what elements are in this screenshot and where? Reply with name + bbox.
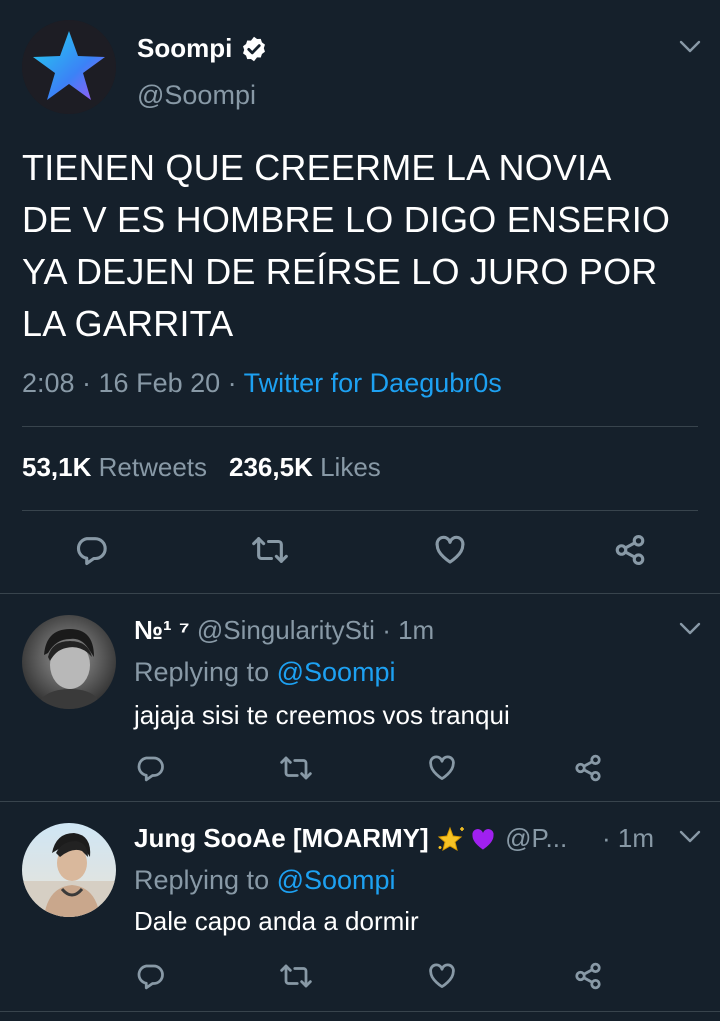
reply-timestamp: · 1m [602, 823, 654, 853]
retweets-label: Retweets [98, 452, 208, 482]
tweet-text: TIENEN QUE CREERME LA NOVIA DE V ES HOMB… [22, 142, 712, 350]
tweet-source-link[interactable]: Twitter for Daegubr0s [244, 368, 502, 398]
reply-header: Jung SooAe [MOARMY] @P... [134, 823, 567, 854]
author-handle[interactable]: @Soompi [137, 80, 256, 111]
share-button[interactable] [610, 530, 650, 570]
replying-to-link[interactable]: @Soompi [277, 865, 396, 895]
divider [22, 426, 698, 427]
like-button[interactable] [422, 748, 462, 788]
retweet-button[interactable] [276, 956, 316, 996]
reply-actions [0, 748, 720, 788]
avatar[interactable] [22, 615, 116, 709]
verified-icon [243, 36, 266, 61]
share-icon [575, 754, 601, 782]
replying-to-link[interactable]: @Soompi [277, 657, 396, 687]
reply-timestamp: · 1m [382, 615, 435, 645]
replying-prefix: Replying to [134, 865, 277, 895]
tweet-meta: 2:08 · 16 Feb 20 · Twitter for Daegubr0s [22, 368, 502, 399]
reply-icon [137, 964, 164, 990]
replying-to: Replying to @Soompi [134, 657, 396, 688]
retweet-icon [280, 964, 312, 988]
retweet-button[interactable] [276, 748, 316, 788]
soompi-star-logo [22, 20, 116, 114]
replying-to: Replying to @Soompi [134, 865, 396, 896]
avatar-image [22, 823, 116, 917]
share-button[interactable] [568, 956, 608, 996]
tweet-timestamp: 2:08 · 16 Feb 20 · [22, 368, 244, 398]
likes-label: Likes [320, 452, 381, 482]
glowing-star-icon [437, 826, 464, 851]
chevron-down-icon[interactable] [679, 622, 701, 636]
reply-actions [0, 956, 720, 996]
reply-icon [137, 756, 164, 782]
divider [22, 510, 698, 511]
reply-display-name[interactable]: Jung SooAe [MOARMY] [134, 823, 429, 854]
retweets-count: 53,1K [22, 452, 92, 482]
likes-stat[interactable]: 236,5K Likes [229, 452, 381, 482]
chevron-down-icon[interactable] [679, 830, 701, 844]
share-icon [575, 962, 601, 990]
reply-tweet[interactable]: №¹ ⁷ @SingularitySti · 1m Replying to @S… [0, 593, 720, 801]
author-display-name[interactable]: Soompi [137, 33, 232, 64]
reply-button[interactable] [130, 956, 170, 996]
reply-button[interactable] [130, 748, 170, 788]
chevron-down-icon[interactable] [679, 40, 701, 54]
reply-name-emoji [436, 824, 498, 854]
reply-handle[interactable]: @SingularitySti [197, 615, 375, 646]
avatar-image [22, 615, 116, 709]
divider [0, 1011, 720, 1012]
tweet-actions [0, 530, 720, 570]
retweet-button[interactable] [250, 530, 290, 570]
reply-handle[interactable]: @P... [505, 823, 567, 854]
tweet-stats: 53,1K Retweets 236,5K Likes [22, 452, 381, 483]
reply-text: Dale capo anda a dormir [134, 906, 419, 936]
reply-icon [77, 537, 107, 566]
main-tweet: Soompi @Soompi TIENEN QUE CREERME LA NOV… [0, 0, 720, 592]
reply-header: №¹ ⁷ @SingularitySti · 1m [134, 615, 434, 646]
purple-heart-icon [472, 828, 494, 849]
like-icon [429, 755, 455, 780]
tweet-text-line: LA GARRITA [22, 303, 234, 344]
author-name-row[interactable]: Soompi [137, 33, 268, 64]
likes-count: 236,5K [229, 452, 313, 482]
soompi-avatar[interactable] [22, 20, 116, 114]
share-button[interactable] [568, 748, 608, 788]
tweet-text-line: TIENEN QUE CREERME LA NOVIA [22, 147, 612, 188]
tweet-text-line: DE V ES HOMBRE LO DIGO ENSERIO [22, 199, 671, 240]
retweet-icon [280, 756, 312, 780]
like-button[interactable] [430, 530, 470, 570]
reply-display-name[interactable]: №¹ ⁷ [134, 615, 190, 646]
like-icon [429, 963, 455, 988]
like-icon [435, 535, 465, 564]
like-button[interactable] [422, 956, 462, 996]
reply-text: jajaja sisi te creemos vos tranqui [134, 700, 510, 730]
reply-tweet[interactable]: Jung SooAe [MOARMY] @P... · 1m Replying … [0, 801, 720, 1011]
replying-prefix: Replying to [134, 657, 277, 687]
retweet-icon [252, 537, 288, 563]
share-icon [615, 534, 645, 566]
reply-button[interactable] [71, 530, 111, 570]
retweets-stat[interactable]: 53,1K Retweets [22, 452, 207, 482]
tweet-text-line: YA DEJEN DE REÍRSE LO JURO POR [22, 251, 658, 292]
avatar[interactable] [22, 823, 116, 917]
